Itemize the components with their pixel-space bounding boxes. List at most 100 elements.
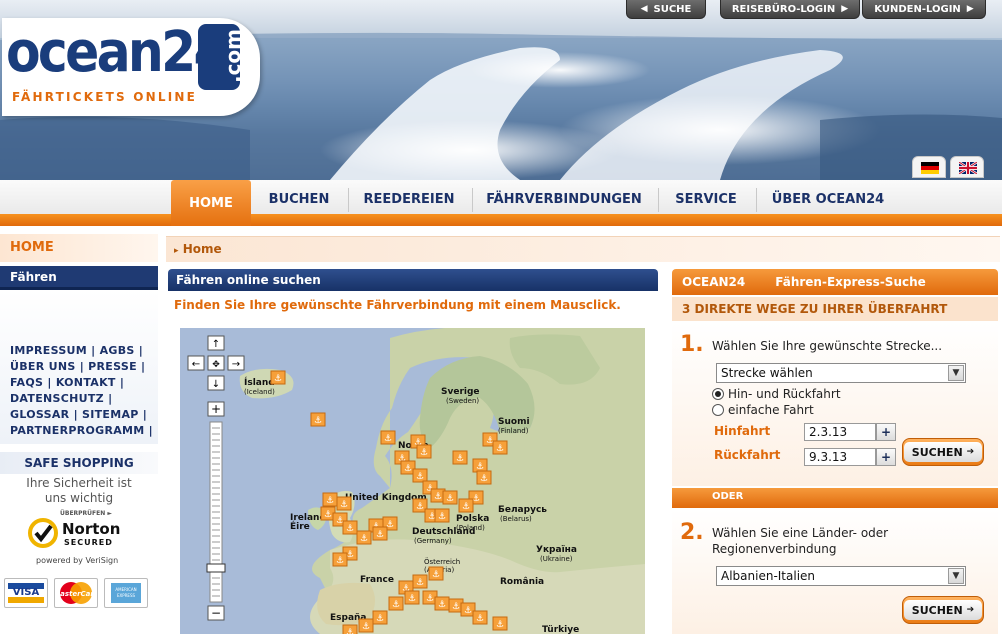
svg-text:(Iceland): (Iceland) <box>244 388 275 396</box>
anchor-icon: ⚓ <box>420 448 428 458</box>
map-label-tuerkiye: Türkiye <box>542 625 579 634</box>
pan-up-icon: ↑ <box>212 339 220 350</box>
anchor-icon: ⚓ <box>362 622 370 632</box>
anchor-icon: ⚓ <box>392 600 400 610</box>
language-switcher <box>912 156 986 178</box>
breadcrumb-home[interactable]: Home <box>183 242 222 256</box>
map-label-deutschland: Deutschland <box>412 527 475 537</box>
region-select[interactable]: Albanien-Italien ▼ <box>716 566 966 586</box>
single-trip-radio[interactable] <box>712 404 724 416</box>
express-search-title: OCEAN24 Fähren-Express-Suche <box>672 269 998 295</box>
pan-center-icon: ✥ <box>212 360 220 370</box>
anchor-icon: ⚓ <box>446 494 454 504</box>
return-date-input[interactable]: 9.3.13 <box>804 448 876 466</box>
sidebar-section-faehren[interactable]: Fähren <box>0 266 158 290</box>
express-step-1: 1. Wählen Sie Ihre gewünschte Strecke...… <box>672 322 998 486</box>
anchor-icon: ⚓ <box>314 416 322 426</box>
anchor-icon: ⚓ <box>434 492 442 502</box>
nav-faehrverbindungen[interactable]: FÄHRVERBINDUNGEN <box>476 186 652 212</box>
search-button-2[interactable]: SUCHEN ➔ <box>902 596 984 624</box>
anchor-icon: ⚓ <box>432 570 440 580</box>
anchor-icon: ⚓ <box>274 374 282 384</box>
map-label-belarus: Беларусь <box>498 505 547 515</box>
ocean24-logo[interactable]: ocean24 .com FÄHRTICKETS ONLINE <box>2 18 260 116</box>
arrow-right-icon: ➔ <box>966 447 975 457</box>
sidebar-links: IMPRESSUM | AGBS | ÜBER UNS | PRESSE | F… <box>0 290 158 444</box>
checkmark-icon <box>28 518 58 548</box>
route-select[interactable]: Strecke wählen ▼ <box>716 363 966 383</box>
visa-card-icon: VISA <box>4 578 48 608</box>
map-zoom-slider: + − <box>206 401 226 621</box>
de-flag-icon[interactable] <box>912 156 946 178</box>
anchor-icon: ⚓ <box>346 628 354 634</box>
express-search-subtitle: 3 DIREKTE WEGE ZU IHRER ÜBERFAHRT <box>672 297 998 321</box>
outbound-label: Hinfahrt <box>714 424 771 438</box>
outbound-calendar-button[interactable]: + <box>876 423 896 441</box>
map-label-suomi: Suomi <box>498 417 530 427</box>
link-presse[interactable]: PRESSE <box>88 360 137 373</box>
step-2-number: 2. <box>680 520 704 545</box>
express-step-2: 2. Wählen Sie eine Länder- oder Regionen… <box>672 510 998 634</box>
link-faqs[interactable]: FAQS <box>10 376 43 389</box>
anchor-icon: ⚓ <box>404 464 412 474</box>
play-right-icon: ▶ <box>966 4 974 14</box>
footer-link-row: GLOSSAR | SITEMAP | <box>10 408 148 421</box>
step-2-text: Wählen Sie eine Länder- oder Regionenver… <box>712 526 889 556</box>
zoom-in-icon: + <box>211 402 221 416</box>
anchor-icon: ⚓ <box>324 510 332 520</box>
pan-left-icon: ← <box>192 359 200 370</box>
anchor-icon: ⚓ <box>346 524 354 534</box>
anchor-icon: ⚓ <box>384 434 392 444</box>
link-glossar[interactable]: GLOSSAR <box>10 408 69 421</box>
footer-link-row: PARTNERPROGRAMM | <box>10 424 153 437</box>
norton-secured-badge[interactable]: ÜBERPRÜFEN ► Norton SECURED powered by V… <box>28 510 132 568</box>
anchor-icon: ⚓ <box>496 620 504 630</box>
link-kontakt[interactable]: KONTAKT <box>56 376 116 389</box>
logo-word: ocean24 <box>6 20 229 85</box>
map-pan-control: ↑ ← ✥ → ↓ <box>187 335 245 391</box>
nav-ueber-ocean24[interactable]: ÜBER OCEAN24 <box>760 186 896 212</box>
chevron-down-icon: ▼ <box>948 568 964 584</box>
arrow-right-icon: ➔ <box>966 605 975 615</box>
link-impressum[interactable]: IMPRESSUM <box>10 344 87 357</box>
return-calendar-button[interactable]: + <box>876 448 896 466</box>
sidebar-home-link[interactable]: HOME <box>0 234 158 262</box>
anchor-icon: ⚓ <box>416 502 424 512</box>
customer-login-button[interactable]: KUNDEN-LOGIN ▶ <box>862 0 986 19</box>
link-sitemap[interactable]: SITEMAP <box>82 408 139 421</box>
nav-reedereien[interactable]: REEDEREIEN <box>352 186 466 212</box>
or-divider: ODER <box>672 488 998 508</box>
anchor-icon: ⚓ <box>476 614 484 624</box>
anchor-icon: ⚓ <box>426 594 434 604</box>
mastercard-icon: MasterCard <box>53 578 100 608</box>
anchor-icon: ⚓ <box>464 606 472 616</box>
play-left-icon: ◀ <box>640 4 648 14</box>
link-agbs[interactable]: AGBS <box>100 344 135 357</box>
search-top-button[interactable]: ◀ SUCHE <box>626 0 706 19</box>
anchor-icon: ⚓ <box>326 496 334 506</box>
outbound-date-input[interactable]: 2.3.13 <box>804 423 876 441</box>
nav-service[interactable]: SERVICE <box>662 186 750 212</box>
svg-text:(Sweden): (Sweden) <box>446 397 479 405</box>
travel-agency-login-button[interactable]: REISEBÜRO-LOGIN ▶ <box>720 0 860 19</box>
map-label-oesterreich: Österreich <box>424 557 460 566</box>
map-label-ukraine: Україна <box>536 545 577 555</box>
nav-buchen[interactable]: BUCHEN <box>254 186 344 212</box>
footer-link-row: DATENSCHUTZ | <box>10 392 113 405</box>
nav-home[interactable]: HOME <box>171 180 251 226</box>
link-partnerprogramm[interactable]: PARTNERPROGRAMM <box>10 424 145 437</box>
step-1-text: Wählen Sie Ihre gewünschte Strecke... <box>712 339 943 353</box>
anchor-icon: ⚓ <box>416 578 424 588</box>
ferry-map[interactable]: Ísland (Iceland) Sverige (Sweden) Suomi … <box>180 328 645 634</box>
link-ueber-uns[interactable]: ÜBER UNS <box>10 360 76 373</box>
anchor-icon: ⚓ <box>376 614 384 624</box>
single-trip-label: einfache Fahrt <box>728 403 814 417</box>
uk-flag-icon[interactable] <box>950 156 984 178</box>
footer-link-row: IMPRESSUM | AGBS | <box>10 344 144 357</box>
search-button-1[interactable]: SUCHEN ➔ <box>902 438 984 466</box>
safe-shopping-text: Ihre Sicherheit ist uns wichtig <box>26 476 132 505</box>
link-datenschutz[interactable]: DATENSCHUTZ <box>10 392 104 405</box>
step-1-number: 1. <box>680 332 704 357</box>
anchor-icon: ⚓ <box>456 454 464 464</box>
round-trip-radio[interactable] <box>712 388 724 400</box>
